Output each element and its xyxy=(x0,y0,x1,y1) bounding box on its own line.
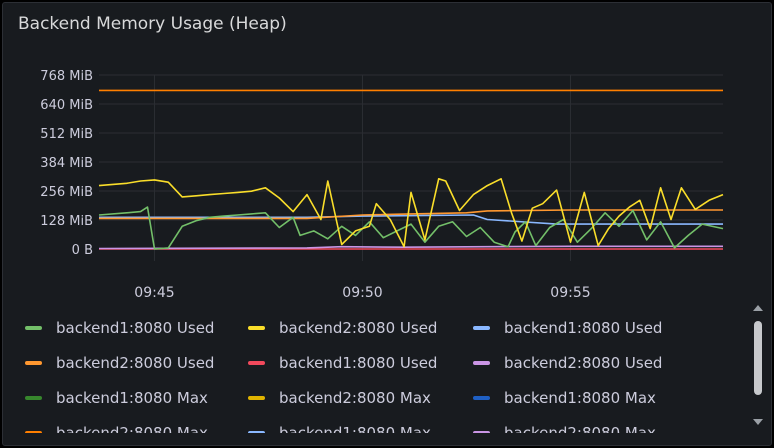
legend-label: backend2:8080 Used xyxy=(504,354,663,372)
memory-usage-panel: Backend Memory Usage (Heap) 768 MiB 640 M… xyxy=(2,2,772,446)
legend-swatch xyxy=(473,361,490,365)
series-line-1[interactable] xyxy=(98,178,724,248)
legend-item[interactable]: backend2:8080 Max xyxy=(25,422,208,433)
legend-swatch xyxy=(248,431,265,433)
legend-swatch xyxy=(25,431,42,433)
legend-label: backend1:8080 Max xyxy=(279,424,431,433)
legend-label: backend2:8080 Max xyxy=(504,424,656,433)
legend-item[interactable]: backend1:8080 Used xyxy=(25,317,214,339)
y-tick-label: 768 MiB xyxy=(40,69,93,84)
legend-scrollbar[interactable] xyxy=(751,303,765,427)
x-tick-label: 09:45 xyxy=(134,285,174,301)
scroll-up-icon[interactable] xyxy=(753,305,763,311)
memory-usage-chart[interactable]: 768 MiB 640 MiB 512 MiB 384 MiB 256 MiB 128 M… xyxy=(3,3,771,303)
legend-label: backend2:8080 Max xyxy=(279,389,431,407)
x-tick-label: 09:55 xyxy=(550,285,590,301)
legend-item[interactable]: backend1:8080 Max xyxy=(248,422,431,433)
legend-label: backend2:8080 Max xyxy=(56,424,208,433)
legend-swatch xyxy=(473,431,490,433)
legend-label: backend1:8080 Used xyxy=(504,319,663,337)
legend-swatch xyxy=(248,326,265,330)
scrollbar-thumb[interactable] xyxy=(754,321,762,395)
legend-item[interactable]: backend1:8080 Max xyxy=(473,387,656,409)
legend-item[interactable]: backend1:8080 Max xyxy=(25,387,208,409)
legend-item[interactable]: backend2:8080 Used xyxy=(473,352,662,374)
legend-label: backend2:8080 Used xyxy=(279,319,438,337)
legend-label: backend1:8080 Max xyxy=(504,389,656,407)
chart-legend: backend1:8080 Used backend2:8080 Used back… xyxy=(3,309,743,433)
chart-grid xyxy=(99,74,723,261)
legend-item[interactable]: backend1:8080 Used xyxy=(473,317,662,339)
y-tick-label: 384 MiB xyxy=(40,156,93,171)
legend-item[interactable]: backend2:8080 Max xyxy=(248,387,431,409)
legend-swatch xyxy=(473,396,490,400)
legend-label: backend1:8080 Max xyxy=(56,389,208,407)
legend-swatch xyxy=(25,396,42,400)
legend-swatch xyxy=(473,326,490,330)
y-tick-label: 640 MiB xyxy=(40,98,93,113)
x-tick-label: 09:50 xyxy=(342,285,382,301)
y-tick-label: 128 MiB xyxy=(40,214,93,229)
legend-swatch xyxy=(25,326,42,330)
y-tick-label: 512 MiB xyxy=(40,127,93,142)
legend-item[interactable]: backend2:8080 Used xyxy=(25,352,214,374)
legend-item[interactable]: backend1:8080 Used xyxy=(248,352,437,374)
scroll-down-icon[interactable] xyxy=(753,419,763,425)
legend-swatch xyxy=(248,361,265,365)
series-line-5[interactable] xyxy=(98,245,723,250)
legend-item[interactable]: backend2:8080 Max xyxy=(473,422,656,433)
legend-swatch xyxy=(248,396,265,400)
chart-series xyxy=(98,89,724,250)
y-tick-label: 0 B xyxy=(72,243,93,258)
y-tick-label: 256 MiB xyxy=(40,185,93,200)
legend-label: backend1:8080 Used xyxy=(56,319,215,337)
legend-label: backend2:8080 Used xyxy=(56,354,215,372)
legend-swatch xyxy=(25,361,42,365)
legend-item[interactable]: backend2:8080 Used xyxy=(248,317,437,339)
legend-label: backend1:8080 Used xyxy=(279,354,438,372)
